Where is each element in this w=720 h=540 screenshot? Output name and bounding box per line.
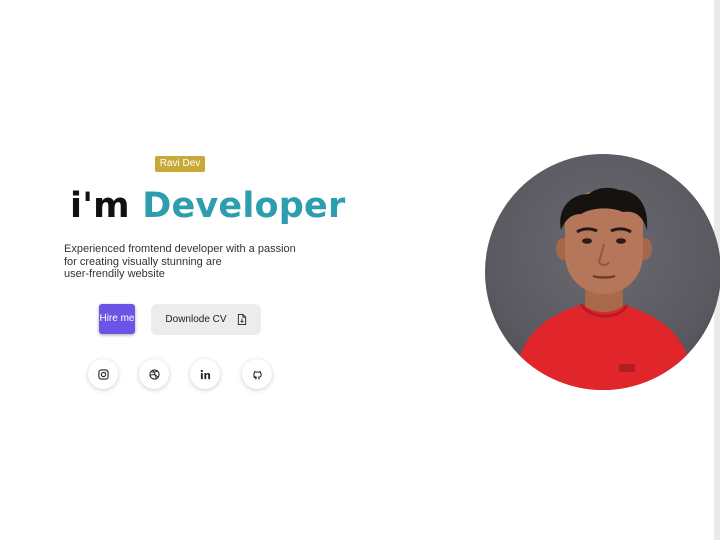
person-illustration: [513, 187, 695, 390]
github-link[interactable]: [242, 359, 272, 389]
page-title: i'm Developer: [70, 186, 345, 226]
tagline-line: Experienced fromtend developer with a pa…: [64, 243, 296, 255]
download-cv-button[interactable]: Downlode CV: [151, 304, 261, 335]
tagline: Experienced fromtend developer with a pa…: [64, 243, 324, 281]
linkedin-icon: [200, 369, 210, 379]
profile-photo: [485, 154, 720, 390]
linkedin-link[interactable]: [190, 359, 220, 389]
name-badge: Ravi Dev: [155, 156, 205, 172]
hero-section: Ravi Dev i'm Developer Experienced fromt…: [0, 0, 360, 540]
github-icon: [252, 370, 262, 380]
instagram-link[interactable]: [88, 359, 118, 389]
dribbble-icon: [148, 368, 160, 380]
hire-me-button[interactable]: Hire me: [99, 304, 135, 334]
download-cv-label: Downlode CV: [165, 314, 227, 325]
file-icon: [237, 314, 246, 325]
tagline-line: user-frendily website: [64, 268, 165, 280]
headline-highlight: Developer: [142, 186, 346, 226]
dribbble-link[interactable]: [139, 359, 169, 389]
headline-prefix: i'm: [70, 186, 130, 226]
tagline-line: for creating visually stunning are: [64, 255, 222, 268]
hire-me-label: Hire me: [99, 313, 135, 324]
instagram-icon: [97, 368, 109, 380]
